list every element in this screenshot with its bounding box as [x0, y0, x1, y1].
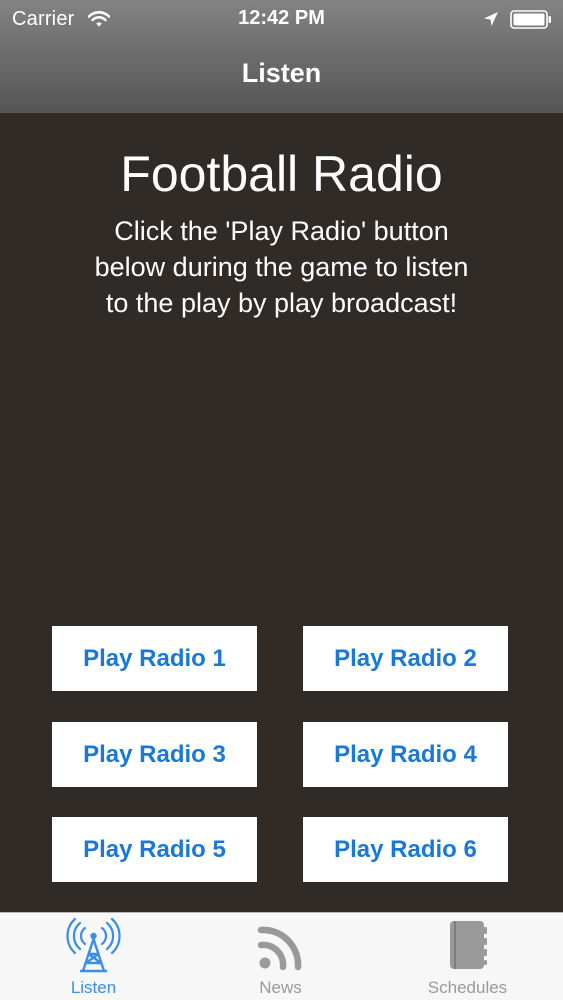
play-radio-4-button[interactable]: Play Radio 4	[303, 722, 508, 787]
listen-content: Football Radio Click the 'Play Radio' bu…	[0, 113, 563, 912]
tab-schedules[interactable]: Schedules	[374, 913, 561, 1000]
tab-schedules-label: Schedules	[427, 978, 508, 997]
tab-listen-label: Listen	[70, 978, 117, 997]
location-arrow-icon	[484, 12, 498, 26]
rss-icon	[257, 926, 302, 971]
play-radio-2-button[interactable]: Play Radio 2	[303, 626, 508, 691]
play-radio-5-button[interactable]: Play Radio 5	[52, 817, 257, 882]
tab-news[interactable]: News	[187, 913, 374, 1000]
status-bar: Carrier 12:42 PM	[0, 0, 563, 40]
play-radio-1-button[interactable]: Play Radio 1	[52, 626, 257, 691]
play-radio-3-button[interactable]: Play Radio 3	[52, 722, 257, 787]
tab-news-label: News	[259, 978, 302, 997]
play-radio-6-button[interactable]: Play Radio 6	[303, 817, 508, 882]
navigation-header: Carrier 12:42 PM Listen	[0, 0, 563, 113]
app-heading: Football Radio	[120, 146, 443, 202]
tab-bar: Listen News Schedules	[0, 912, 563, 1000]
battery-icon	[510, 10, 551, 29]
notebook-icon	[450, 921, 487, 969]
page-title: Listen	[241, 58, 322, 88]
radio-tower-icon	[66, 917, 121, 973]
tab-listen[interactable]: Listen	[0, 913, 187, 1000]
status-time: 12:42 PM	[238, 7, 325, 29]
instructions-text: Click the 'Play Radio' button below duri…	[94, 216, 469, 318]
